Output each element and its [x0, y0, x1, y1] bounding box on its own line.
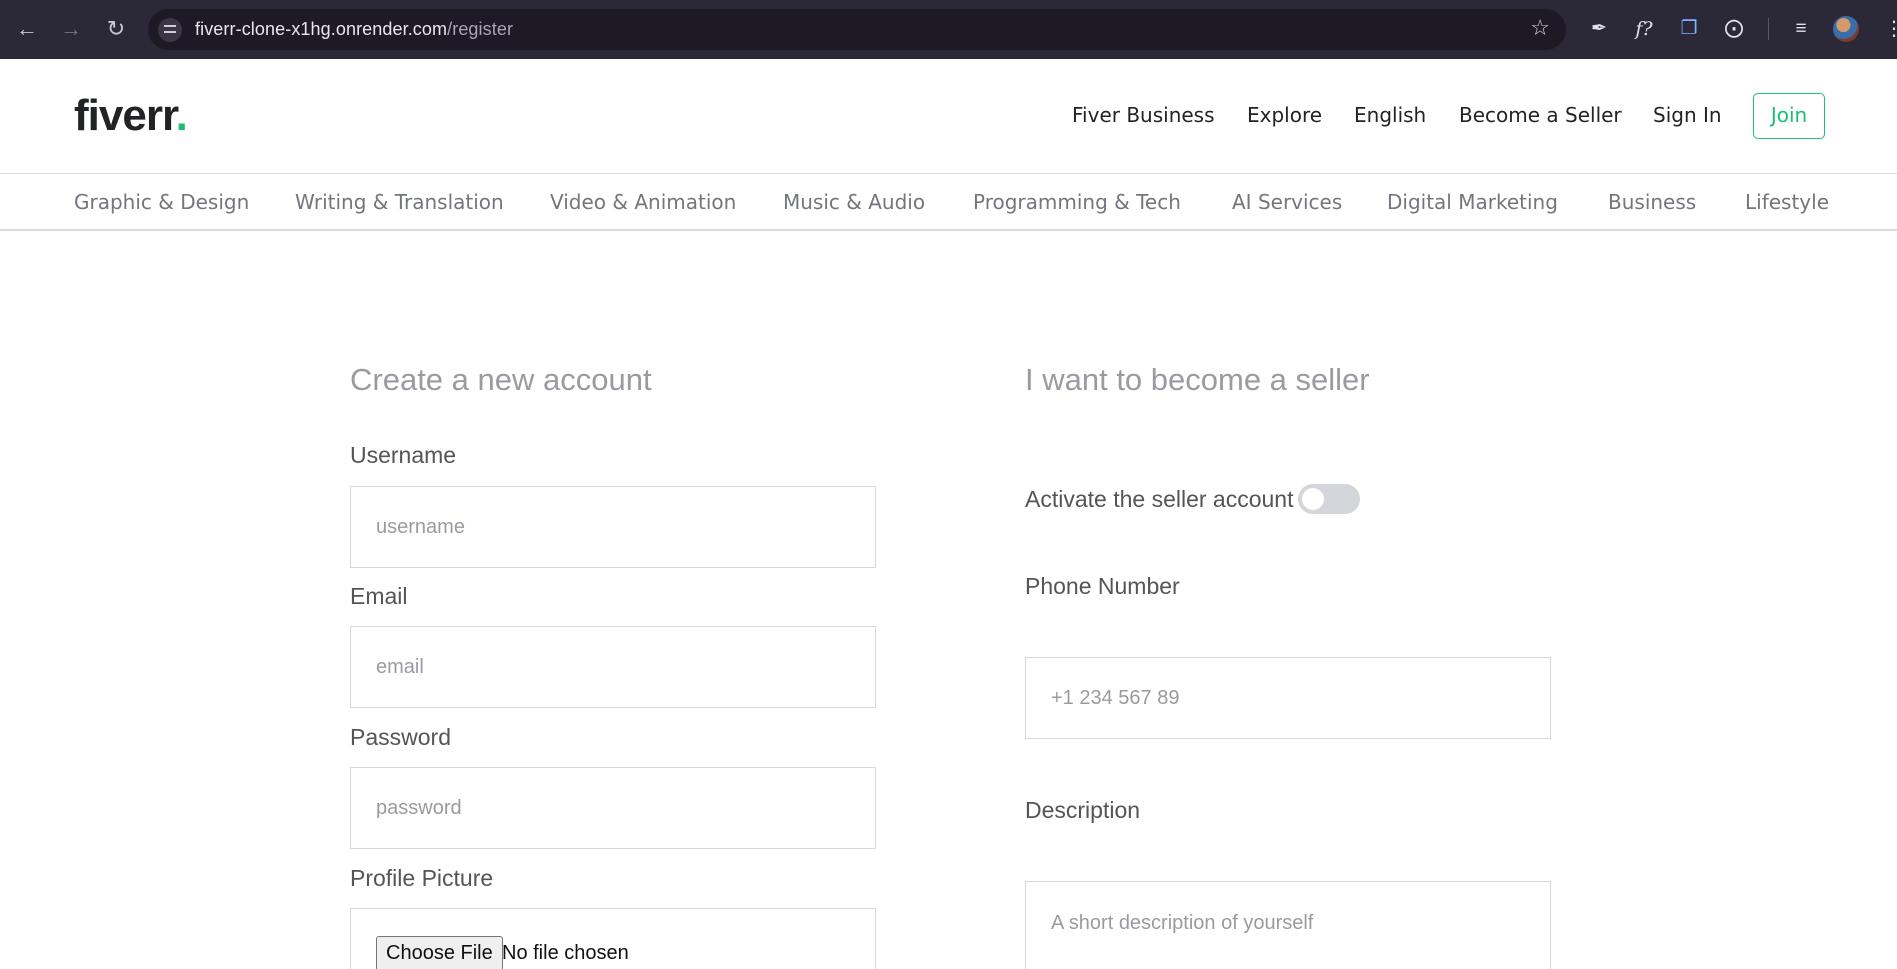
category-writing-translation[interactable]: Writing & Translation: [295, 190, 504, 214]
password-input[interactable]: [350, 767, 876, 849]
phone-input[interactable]: [1025, 657, 1551, 739]
category-programming-tech[interactable]: Programming & Tech: [973, 190, 1181, 214]
category-business[interactable]: Business: [1608, 190, 1696, 214]
extensions-puzzle-icon[interactable]: ⨀: [1721, 16, 1747, 42]
username-input[interactable]: [350, 486, 876, 568]
browser-toolbar: ← → ↻ fiverr-clone-x1hg.onrender.com/reg…: [0, 0, 1897, 59]
copy-extension-icon[interactable]: ❐: [1676, 16, 1702, 42]
description-label: Description: [1025, 797, 1141, 823]
seller-toggle-label: Activate the seller account: [1025, 486, 1294, 512]
nav-explore[interactable]: Explore: [1247, 103, 1322, 127]
nav-fiver-business[interactable]: Fiver Business: [1072, 103, 1215, 127]
email-input[interactable]: [350, 626, 876, 708]
eyedropper-icon[interactable]: ✒: [1586, 16, 1612, 42]
password-label: Password: [350, 724, 451, 750]
category-music-audio[interactable]: Music & Audio: [783, 190, 925, 214]
forward-icon[interactable]: →: [56, 14, 86, 44]
reload-icon[interactable]: ↻: [101, 14, 131, 44]
category-graphic-design[interactable]: Graphic & Design: [74, 190, 249, 214]
profile-picture-field: Choose File No file chosen: [350, 908, 876, 969]
back-icon[interactable]: ←: [12, 14, 42, 44]
site-settings-icon[interactable]: [158, 18, 182, 42]
become-seller-title: I want to become a seller: [1025, 362, 1370, 397]
description-textarea[interactable]: [1025, 881, 1551, 969]
join-button[interactable]: Join: [1753, 93, 1825, 139]
phone-label: Phone Number: [1025, 573, 1180, 599]
toggle-knob: [1302, 488, 1324, 510]
bookmark-star-icon[interactable]: ☆: [1530, 15, 1550, 41]
site-header: fiverr. Fiver Business Explore English B…: [0, 59, 1897, 174]
profile-picture-label: Profile Picture: [350, 865, 494, 891]
url-text[interactable]: fiverr-clone-x1hg.onrender.com/register: [195, 19, 513, 40]
toolbar-divider: [1768, 18, 1769, 40]
create-account-title: Create a new account: [350, 362, 652, 397]
choose-file-button[interactable]: Choose File: [376, 936, 503, 969]
category-menu: Graphic & Design Writing & Translation V…: [0, 174, 1897, 231]
email-label: Email: [350, 583, 408, 609]
nav-sign-in[interactable]: Sign In: [1653, 103, 1722, 127]
address-bar[interactable]: fiverr-clone-x1hg.onrender.com/register …: [148, 9, 1566, 50]
nav-become-seller[interactable]: Become a Seller: [1459, 103, 1622, 127]
profile-avatar-icon[interactable]: [1833, 16, 1859, 42]
category-video-animation[interactable]: Video & Animation: [550, 190, 736, 214]
fiverr-logo[interactable]: fiverr.: [74, 91, 188, 141]
nav-english[interactable]: English: [1354, 103, 1426, 127]
fx-extension-icon[interactable]: f?: [1631, 16, 1657, 42]
file-status-text: No file chosen: [502, 942, 629, 964]
seller-account-toggle[interactable]: [1298, 484, 1360, 514]
menu-kebab-icon[interactable]: ⋮: [1884, 16, 1897, 42]
category-ai-services[interactable]: AI Services: [1232, 190, 1342, 214]
category-digital-marketing[interactable]: Digital Marketing: [1387, 190, 1558, 214]
category-lifestyle[interactable]: Lifestyle: [1745, 190, 1829, 214]
username-label: Username: [350, 442, 457, 468]
reading-list-icon[interactable]: ≡: [1788, 16, 1814, 42]
